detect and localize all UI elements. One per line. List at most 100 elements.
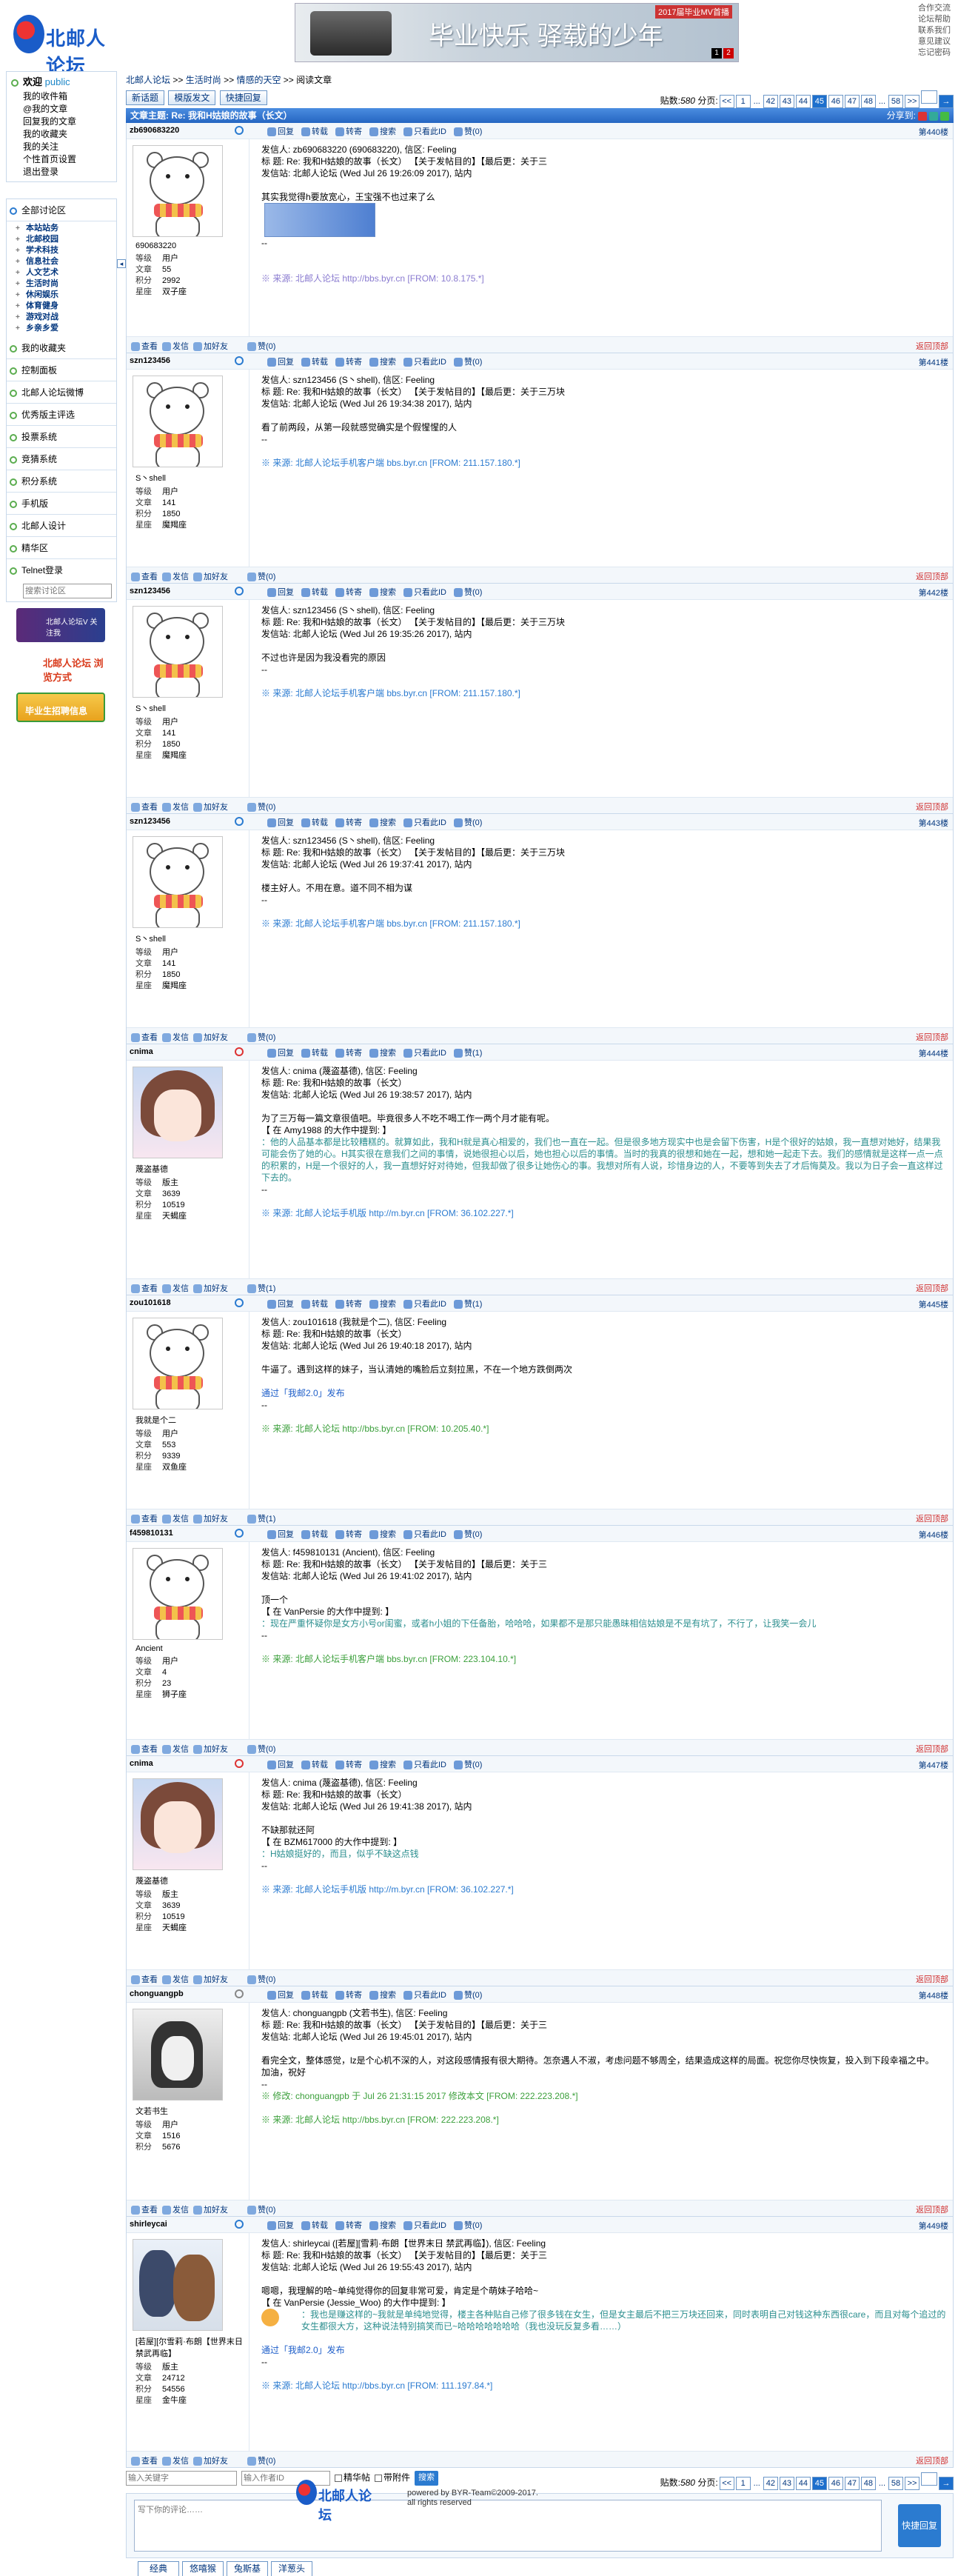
reply-button[interactable]: 回复 [267,1991,294,2001]
only-id-button[interactable]: 只看此ID [403,588,446,598]
pager-bottom-page-0[interactable]: << [719,2477,734,2490]
board-item[interactable]: 游戏对战 [7,312,116,323]
like-button[interactable]: 赞(1) [454,1300,482,1309]
avatar[interactable] [133,836,223,928]
section-telnet[interactable]: Telnet登录 [7,559,116,581]
reply-button[interactable]: 回复 [267,358,294,367]
view-profile-button[interactable]: 查看 [131,1284,158,1294]
footer-like-button[interactable]: 赞(0) [247,803,275,812]
section-digest[interactable]: 精华区 [7,537,116,559]
add-friend-button[interactable]: 加好友 [193,1745,228,1755]
weibo-ad[interactable]: 北邮人论坛V 关注我 [16,608,105,642]
send-mail-button[interactable]: 发信 [162,803,189,812]
back-to-top-link[interactable]: 返回顶部 [916,1031,948,1043]
back-to-top-link[interactable]: 返回顶部 [916,1973,948,1985]
emoji-tab[interactable]: 经典 [138,2561,179,2576]
link-feedback[interactable]: 意见建议 [918,36,958,47]
pager-top-page-12[interactable]: >> [905,95,920,108]
pager-top-page-5[interactable]: 44 [795,95,811,108]
avatar[interactable] [133,2239,223,2331]
reply-button[interactable]: 回复 [267,818,294,828]
search-button[interactable]: 搜索 [369,588,396,598]
footer-like-button[interactable]: 赞(0) [247,2206,275,2215]
post-author-id[interactable]: shirleycai [130,2220,167,2229]
send-mail-button[interactable]: 发信 [162,2206,189,2215]
post-source[interactable]: ※ 来源: 北邮人论坛手机客户端 bbs.byr.cn [FROM: 211.1… [261,918,947,930]
forward-button[interactable]: 转寄 [335,1991,362,2001]
section-weibo[interactable]: 北邮人论坛微博 [7,381,116,404]
send-mail-button[interactable]: 发信 [162,573,189,582]
forward-button[interactable]: 转寄 [335,818,362,828]
send-mail-button[interactable]: 发信 [162,1745,189,1755]
view-profile-button[interactable]: 查看 [131,1033,158,1043]
reply-button[interactable]: 回复 [267,1761,294,1770]
add-friend-button[interactable]: 加好友 [193,1975,228,1985]
avatar[interactable] [133,1778,223,1870]
user-link-replies[interactable]: 回复我的文章 [7,116,116,128]
like-button[interactable]: 赞(0) [454,127,482,137]
send-mail-button[interactable]: 发信 [162,1515,189,1524]
like-button[interactable]: 赞(0) [454,1761,482,1770]
pager-bottom-page-3[interactable]: 42 [763,2477,778,2490]
avatar[interactable] [133,606,223,698]
like-button[interactable]: 赞(0) [454,818,482,828]
repost-button[interactable]: 转载 [301,1991,328,2001]
back-to-top-link[interactable]: 返回顶部 [916,801,948,812]
section-voting[interactable]: 投票系统 [7,426,116,448]
like-button[interactable]: 赞(0) [454,588,482,598]
repost-button[interactable]: 转载 [301,588,328,598]
floor-number[interactable]: 第443楼 [919,817,948,829]
floor-number[interactable]: 第442楼 [919,587,948,598]
back-to-top-link[interactable]: 返回顶部 [916,1282,948,1294]
banner-ad[interactable]: 2017届毕业MV首播 毕业快乐 驿载的少年 12 [295,3,739,62]
avatar[interactable] [133,376,223,467]
post-source[interactable]: ※ 来源: 北邮人论坛 http://bbs.byr.cn [FROM: 222… [261,2114,947,2126]
add-friend-button[interactable]: 加好友 [193,803,228,812]
pager-bottom-page-4[interactable]: 43 [779,2477,794,2490]
board-item[interactable]: 生活时尚 [7,278,116,290]
user-link-logout[interactable]: 退出登录 [7,166,116,178]
like-button[interactable]: 赞(1) [454,1049,482,1058]
post-source[interactable]: ※ 来源: 北邮人论坛 http://bbs.byr.cn [FROM: 10.… [261,1423,947,1435]
pager-bottom-page-7[interactable]: 46 [828,2477,843,2490]
reply-button[interactable]: 回复 [267,1530,294,1540]
view-profile-button[interactable]: 查看 [131,342,158,352]
share-wechat-icon[interactable] [940,111,949,121]
breadcrumb-home[interactable]: 北邮人论坛 [126,75,170,85]
post-source[interactable]: ※ 来源: 北邮人论坛 http://bbs.byr.cn [FROM: 10.… [261,273,947,284]
search-button[interactable]: 搜索 [369,1049,396,1058]
add-friend-button[interactable]: 加好友 [193,573,228,582]
back-to-top-link[interactable]: 返回顶部 [916,2455,948,2466]
footer-like-button[interactable]: 赞(0) [247,1975,275,1985]
search-button[interactable]: 搜索 [369,1761,396,1770]
back-to-top-link[interactable]: 返回顶部 [916,1743,948,1755]
view-profile-button[interactable]: 查看 [131,2457,158,2466]
repost-button[interactable]: 转载 [301,1049,328,1058]
post-source[interactable]: ※ 来源: 北邮人论坛手机客户端 bbs.byr.cn [FROM: 211.1… [261,687,947,699]
search-button[interactable]: 搜索 [369,127,396,137]
reply-button[interactable]: 回复 [267,127,294,137]
post-author-id[interactable]: zou101618 [130,1298,171,1307]
view-profile-button[interactable]: 查看 [131,1975,158,1985]
board-item[interactable]: 信息社会 [7,256,116,267]
add-friend-button[interactable]: 加好友 [193,2457,228,2466]
post-source[interactable]: ※ 来源: 北邮人论坛手机客户端 bbs.byr.cn [FROM: 223.1… [261,1653,947,1665]
pager-bottom-page-1[interactable]: 1 [735,2477,751,2490]
reply-button[interactable]: 回复 [267,1049,294,1058]
reply-button[interactable]: 回复 [267,1300,294,1309]
recruit-ad[interactable]: 毕业生招聘信息 [16,693,105,722]
pager-top-page-11[interactable]: 58 [888,95,903,108]
post-source[interactable]: ※ 来源: 北邮人论坛手机版 http://m.byr.cn [FROM: 36… [261,1207,947,1219]
footer-like-button[interactable]: 赞(0) [247,2457,275,2466]
pager-bottom-go-icon[interactable]: → [939,2477,954,2490]
post-source[interactable]: ※ 来源: 北邮人论坛 http://bbs.byr.cn [FROM: 111… [261,2380,947,2392]
only-id-button[interactable]: 只看此ID [403,358,446,367]
back-to-top-link[interactable]: 返回顶部 [916,2203,948,2215]
user-link-inbox[interactable]: 我的收件箱 [7,90,116,103]
repost-button[interactable]: 转载 [301,2221,328,2231]
pager-top-page-7[interactable]: 46 [828,95,843,108]
link-forgot-password[interactable]: 忘记密码 [918,47,958,59]
pager-bottom-page-8[interactable]: 47 [844,2477,860,2490]
board-item[interactable]: 北邮校园 [7,234,116,245]
user-link-homepage-settings[interactable]: 个性首页设置 [7,153,116,166]
